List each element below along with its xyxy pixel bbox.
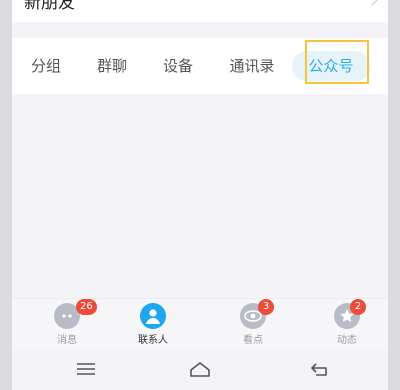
nav-label-watch: 看点 xyxy=(243,335,263,346)
nav-item-feeds[interactable]: 2 动态 xyxy=(312,299,382,349)
nav-label-contacts: 联系人 xyxy=(138,335,168,346)
tab-official-accounts[interactable]: 公众号 xyxy=(292,51,370,81)
back-icon[interactable] xyxy=(308,360,332,378)
nav-label-messages: 消息 xyxy=(57,335,77,346)
phone-screen: 新朋友 分组 群聊 设备 通讯录 公众号 26 消息 联系人 3 看点 2 动态 xyxy=(12,0,388,390)
feeds-badge: 2 xyxy=(350,299,366,315)
menu-icon[interactable] xyxy=(74,360,98,378)
nav-label-feeds: 动态 xyxy=(337,335,357,346)
messages-badge: 26 xyxy=(76,299,97,315)
screen-bezel-right xyxy=(388,0,400,390)
tab-group-chats[interactable]: 群聊 xyxy=(88,38,136,94)
watch-badge: 3 xyxy=(258,299,274,315)
contact-icon xyxy=(140,303,166,329)
chevron-right-icon xyxy=(366,0,378,6)
tab-groups[interactable]: 分组 xyxy=(22,38,70,94)
nav-item-messages[interactable]: 26 消息 xyxy=(32,299,102,349)
contact-tabs: 分组 群聊 设备 通讯录 公众号 xyxy=(12,38,388,94)
home-icon[interactable] xyxy=(188,360,212,378)
tab-address-book[interactable]: 通讯录 xyxy=(220,38,284,94)
new-friends-label: 新朋友 xyxy=(24,0,75,13)
new-friends-row[interactable]: 新朋友 xyxy=(12,0,388,22)
tab-devices[interactable]: 设备 xyxy=(154,38,202,94)
nav-item-watch[interactable]: 3 看点 xyxy=(218,299,288,349)
nav-item-contacts[interactable]: 联系人 xyxy=(118,299,188,349)
bottom-nav: 26 消息 联系人 3 看点 2 动态 xyxy=(12,298,388,348)
system-nav-bar xyxy=(12,348,388,390)
screen-bezel-left xyxy=(0,0,12,390)
